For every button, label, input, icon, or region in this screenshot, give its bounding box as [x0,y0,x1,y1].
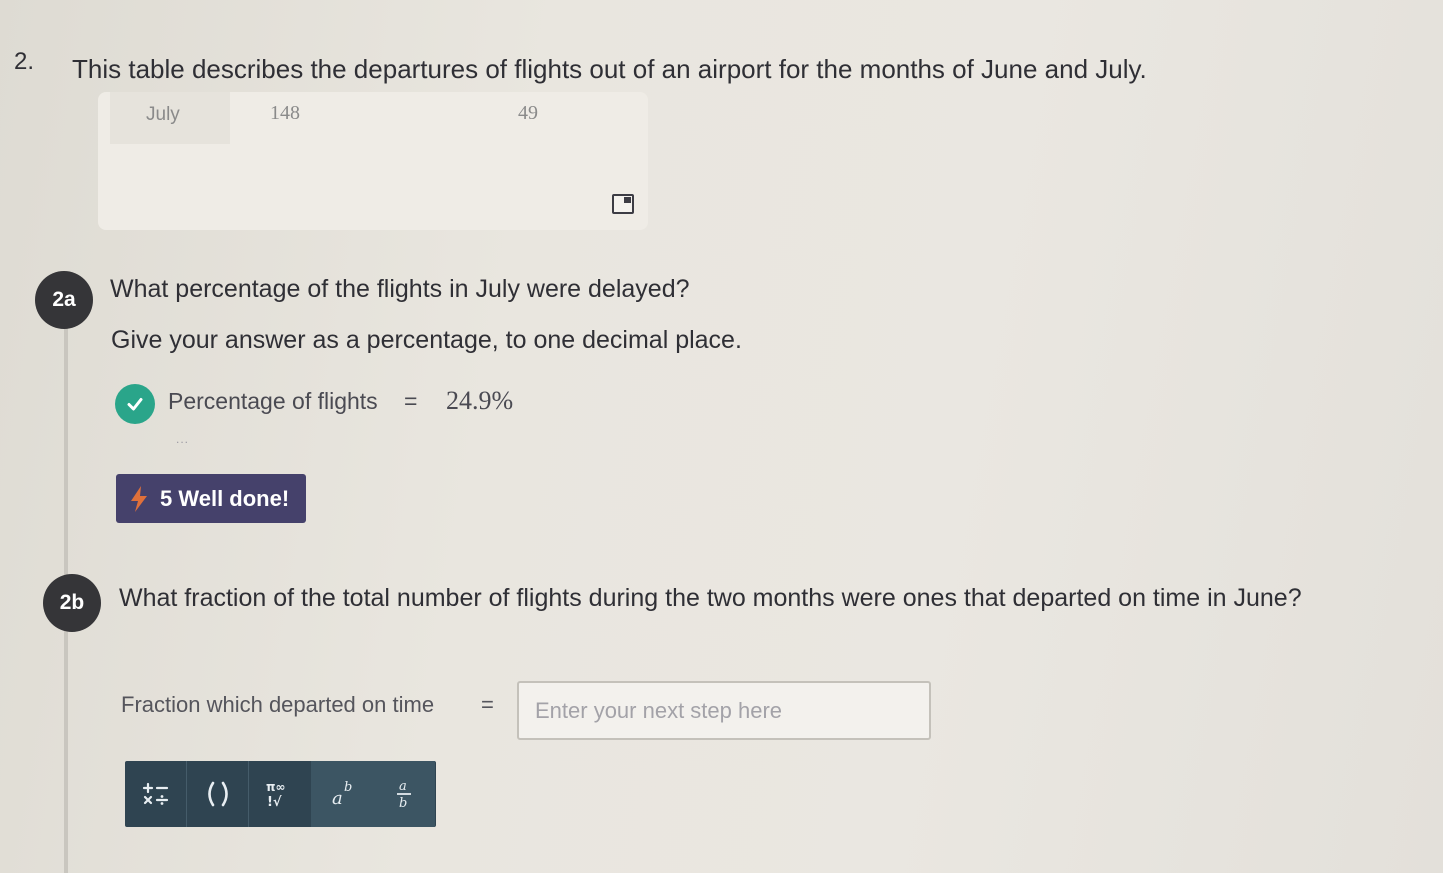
table-cell-month: July [146,104,180,125]
answer-input[interactable] [517,681,931,740]
question-text: This table describes the departures of f… [72,54,1147,84]
input-equals-sign: = [481,692,494,717]
power-icon[interactable]: a b [311,761,373,827]
more-working-toggle[interactable]: ... [176,432,189,446]
brackets-icon[interactable] [187,761,249,827]
lightning-icon [131,485,147,512]
svg-text:a: a [332,788,343,809]
fraction-icon[interactable]: a b [373,761,435,827]
answer-value: 24.9% [446,386,514,415]
equals-sign: = [404,388,418,414]
part-a-instruction: Give your answer as a percentage, to one… [111,326,742,354]
svg-text:a: a [399,779,407,794]
svg-text:b: b [344,780,352,795]
part-badge-2a: 2a [35,271,93,329]
question-number: 2. [14,48,35,75]
math-toolbar: π∞ !√ a b a b [125,761,436,827]
data-table-card: July 148 49 [98,92,648,230]
symbols-icon[interactable]: π∞ !√ [249,761,311,827]
answer-label: Percentage of flights [168,388,378,414]
part-b-question: What fraction of the total number of fli… [119,584,1302,612]
reward-text: 5 Well done! [160,485,290,511]
part-badge-2b: 2b [43,574,101,632]
correct-check-icon [115,384,155,424]
table-cell-value-1: 148 [270,102,300,124]
svg-text:π∞: π∞ [266,780,286,794]
table-cell-value-2: 49 [518,102,538,124]
operators-icon[interactable] [125,761,187,827]
input-label: Fraction which departed on time [121,692,435,717]
svg-text:b: b [399,796,407,811]
reward-banner: 5 Well done! [116,474,306,523]
svg-text:!√: !√ [267,795,282,809]
part-a-question: What percentage of the flights in July w… [110,275,690,303]
expand-table-icon[interactable] [612,194,634,214]
